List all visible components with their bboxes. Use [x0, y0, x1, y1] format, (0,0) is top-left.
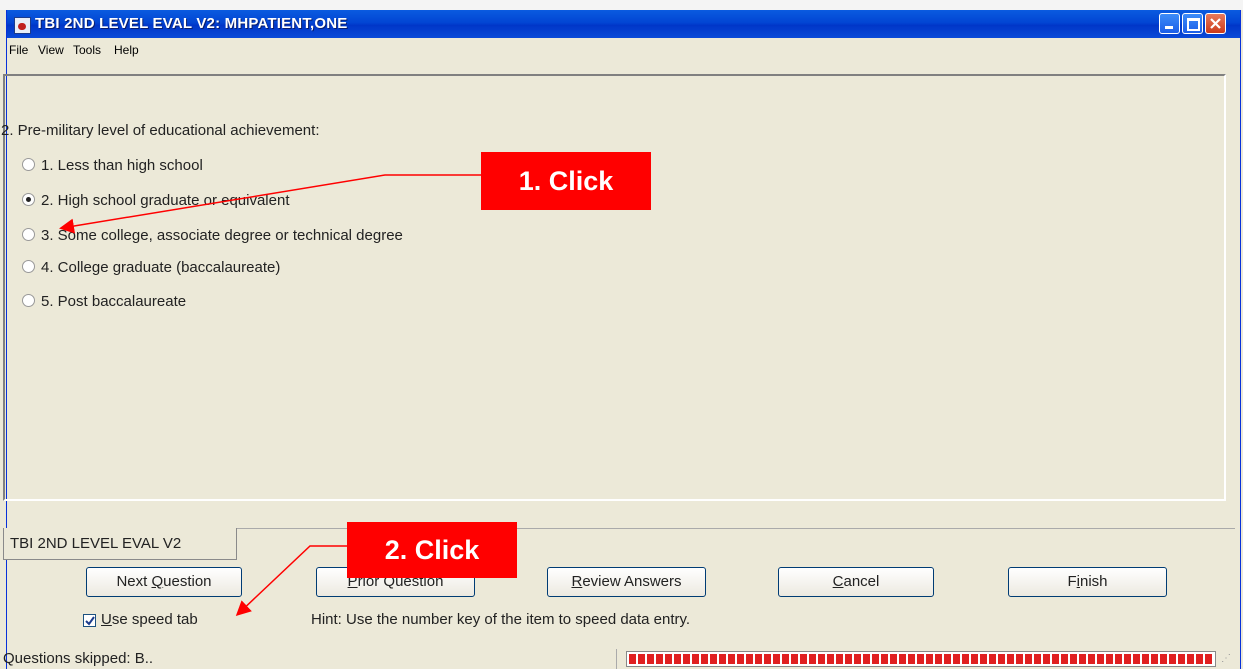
arrow-1	[59, 174, 481, 234]
arrow-2	[235, 545, 347, 617]
annotation-arrows	[59, 174, 481, 617]
